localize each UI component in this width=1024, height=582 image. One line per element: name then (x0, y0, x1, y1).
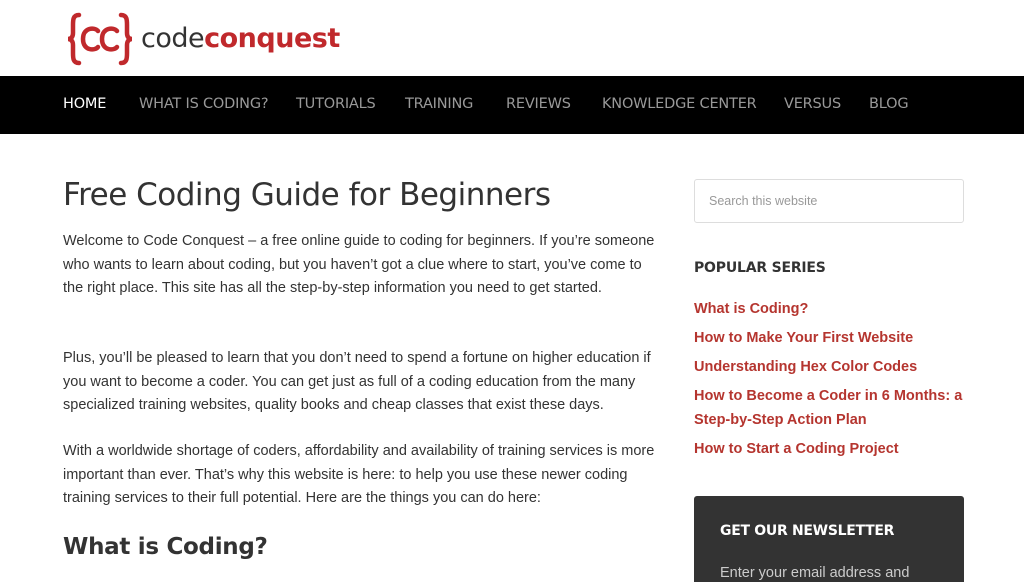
popular-series-list: What is Coding? How to Make Your First W… (694, 298, 969, 467)
section-heading: What is Coding? (63, 534, 268, 560)
page-title: Free Coding Guide for Beginners (63, 177, 551, 213)
newsletter-title: GET OUR NEWSLETTER (720, 523, 895, 539)
shortage-paragraph: With a worldwide shortage of coders, aff… (63, 443, 655, 506)
nav-item-blog[interactable]: BLOG (869, 96, 909, 112)
logo-wordmark: codeconquest (141, 23, 340, 54)
nav-item-home[interactable]: HOME (63, 96, 106, 112)
education-paragraph: Plus, you’ll be pleased to learn that yo… (63, 350, 651, 413)
curly-braces-cc-logo-icon (67, 12, 133, 66)
nav-item-training[interactable]: TRAINING (405, 96, 473, 112)
site-logo[interactable]: codeconquest (67, 12, 340, 66)
series-link-first-website[interactable]: How to Make Your First Website (694, 327, 969, 351)
newsletter-widget: GET OUR NEWSLETTER Enter your email addr… (694, 496, 964, 582)
nav-item-reviews[interactable]: REVIEWS (506, 96, 571, 112)
logo-text-code: code (141, 22, 205, 54)
popular-series-heading: POPULAR SERIES (694, 260, 826, 276)
nav-item-versus[interactable]: VERSUS (784, 96, 841, 112)
site-header: codeconquest (0, 0, 1024, 76)
nav-item-tutorials[interactable]: TUTORIALS (296, 96, 376, 112)
nav-item-knowledge-center[interactable]: KNOWLEDGE CENTER (602, 96, 757, 112)
series-link-become-coder[interactable]: How to Become a Coder in 6 Months: a Ste… (694, 385, 969, 432)
intro-paragraph: Welcome to Code Conquest – a free online… (63, 233, 655, 296)
search-box (694, 179, 964, 223)
search-input[interactable] (695, 180, 963, 222)
newsletter-description: Enter your email address and (720, 565, 910, 581)
main-navigation: HOME WHAT IS CODING? TUTORIALS TRAINING … (0, 76, 1024, 134)
series-link-what-is-coding[interactable]: What is Coding? (694, 298, 969, 322)
series-link-coding-project[interactable]: How to Start a Coding Project (694, 438, 969, 462)
series-link-hex-color-codes[interactable]: Understanding Hex Color Codes (694, 356, 969, 380)
logo-text-conquest: conquest (204, 22, 340, 54)
nav-item-what-is-coding[interactable]: WHAT IS CODING? (139, 96, 269, 112)
